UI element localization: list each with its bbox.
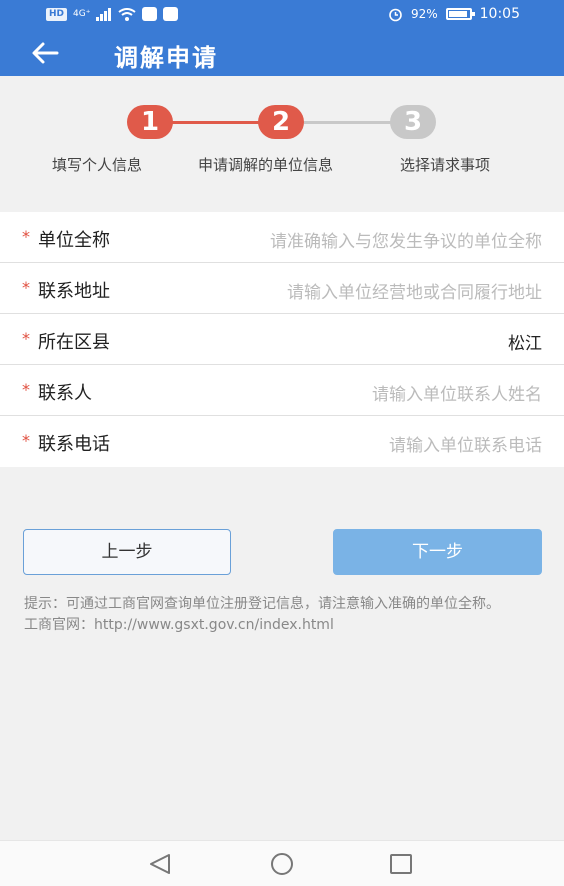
field-label: 联系地址 (38, 281, 110, 302)
required-mark: * (22, 329, 30, 348)
header: 调解申请 (0, 30, 564, 76)
app-icon (142, 7, 158, 21)
field-label: 联系电话 (38, 434, 110, 455)
company-name-input[interactable]: 请准确输入与您发生争议的单位全称 (270, 227, 542, 252)
step-3-label: 选择请求事项 (400, 156, 491, 174)
field-label: 联系人 (38, 383, 92, 404)
step-connector-1-2 (172, 121, 260, 124)
required-mark: * (22, 227, 30, 246)
next-step-button[interactable]: 下一步 (333, 529, 542, 575)
battery-icon (445, 8, 475, 20)
required-mark: * (22, 278, 30, 297)
wifi-icon (118, 7, 137, 21)
app-icon (163, 7, 179, 21)
nav-recent-apps-icon[interactable] (389, 853, 413, 875)
field-label: 单位全称 (38, 230, 110, 251)
battery-percent: 92% (410, 7, 438, 21)
app-header-bar: HD 4G⁺ 92% 10:05 调解申请 (0, 0, 564, 76)
system-nav-bar (0, 840, 564, 886)
arrow-left-icon[interactable] (30, 40, 60, 66)
required-mark: * (22, 431, 30, 450)
step-1-label: 填写个人信息 (52, 156, 143, 174)
page-title: 调解申请 (114, 44, 218, 72)
clock: 10:05 (479, 6, 520, 22)
network-type: 4G⁺ (73, 9, 91, 19)
address-input[interactable]: 请输入单位经营地或合同履行地址 (287, 278, 542, 303)
step-1-circle: 1 (127, 105, 173, 139)
contact-phone-input[interactable]: 请输入单位联系电话 (389, 431, 542, 456)
tip-line-2: 工商官网：http://www.gsxt.gov.cn/index.html (24, 617, 334, 633)
contact-person-input[interactable]: 请输入单位联系人姓名 (372, 380, 542, 405)
field-label: 所在区县 (38, 332, 110, 353)
nav-home-icon[interactable] (269, 853, 295, 875)
hd-badge: HD (46, 7, 68, 21)
signal-icon (96, 7, 112, 21)
status-bar-right: 92% 10:05 (388, 6, 520, 22)
step-connector-2-3 (304, 121, 392, 124)
district-select[interactable]: 松江 (508, 329, 542, 354)
field-district[interactable]: * 所在区县 松江 (0, 314, 564, 365)
nav-back-icon[interactable] (148, 853, 172, 875)
tip-line-1: 提示：可通过工商官网查询单位注册登记信息，请注意输入准确的单位全称。 (24, 596, 500, 612)
required-mark: * (22, 380, 30, 399)
step-2-circle: 2 (258, 105, 304, 139)
status-bar-left: HD 4G⁺ (46, 7, 179, 21)
field-address[interactable]: * 联系地址 请输入单位经营地或合同履行地址 (0, 263, 564, 314)
step-indicator: 1 2 3 填写个人信息 申请调解的单位信息 选择请求事项 (0, 76, 564, 210)
prev-step-button[interactable]: 上一步 (23, 529, 231, 575)
step-2-label: 申请调解的单位信息 (198, 156, 334, 174)
field-contact-phone[interactable]: * 联系电话 请输入单位联系电话 (0, 416, 564, 467)
company-info-form: * 单位全称 请准确输入与您发生争议的单位全称 * 联系地址 请输入单位经营地或… (0, 212, 564, 467)
tip-text: 提示：可通过工商官网查询单位注册登记信息，请注意输入准确的单位全称。 工商官网：… (24, 594, 544, 636)
field-company-name[interactable]: * 单位全称 请准确输入与您发生争议的单位全称 (0, 212, 564, 263)
field-contact-person[interactable]: * 联系人 请输入单位联系人姓名 (0, 365, 564, 416)
step-3-circle: 3 (390, 105, 436, 139)
status-bar: HD 4G⁺ 92% 10:05 (0, 0, 564, 30)
alarm-icon (389, 8, 402, 21)
